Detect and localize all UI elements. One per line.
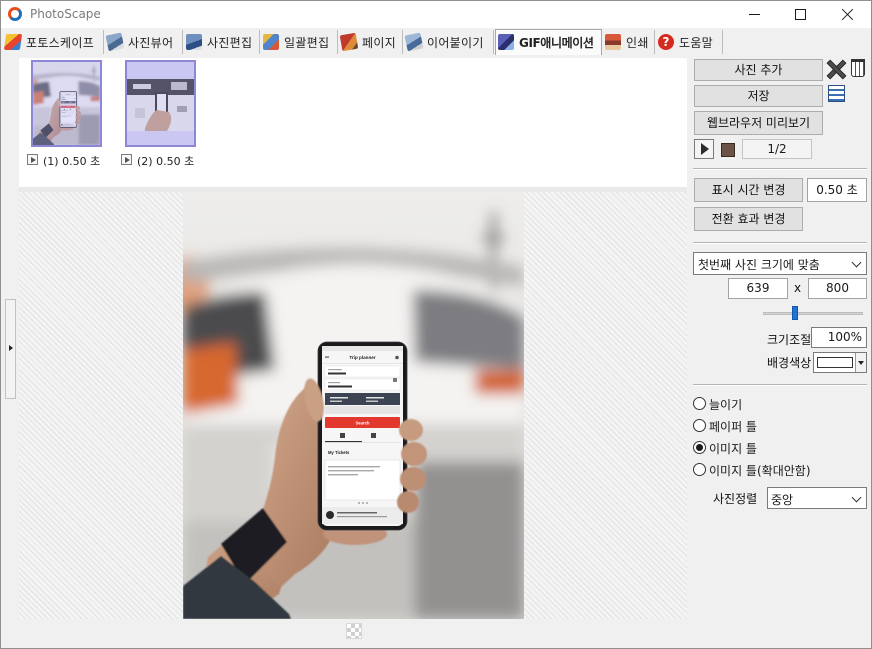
- scale-label: 크기조절: [767, 333, 812, 347]
- play-icon[interactable]: [694, 139, 714, 159]
- tab-label: 이어붙이기: [427, 36, 484, 50]
- frame-thumbnail-1[interactable]: [31, 60, 102, 147]
- change-display-time-button[interactable]: 표시 시간 변경: [694, 178, 803, 202]
- frame-thumbnail-image: [33, 62, 100, 145]
- animation-preview-area[interactable]: Trip planner Search My Tickets: [19, 192, 687, 619]
- frame-thumbnail-image: [127, 62, 194, 145]
- preview-photo: Trip planner Search My Tickets: [183, 192, 524, 619]
- change-transition-button[interactable]: 전환 효과 변경: [694, 207, 803, 231]
- batch-editor-icon: [263, 34, 279, 50]
- window-title: PhotoScape: [30, 7, 101, 21]
- combine-icon: [404, 32, 424, 52]
- tab-print[interactable]: 인쇄: [603, 30, 655, 54]
- tab-photoscape[interactable]: 포토스케이프: [3, 30, 104, 54]
- size-mode-value: 첫번째 사진 크기에 맞춤: [698, 258, 820, 272]
- phone-screen-title: Trip planner: [349, 355, 376, 360]
- trash-icon[interactable]: [851, 59, 865, 77]
- help-icon: [658, 34, 674, 50]
- side-panel-toggle[interactable]: [5, 299, 16, 399]
- tab-label: GIF애니메이션: [519, 36, 594, 50]
- chevron-down-icon: [851, 257, 862, 268]
- tab-label: 페이지: [362, 36, 397, 50]
- editor-icon: [186, 34, 202, 50]
- tab-label: 사진편집: [207, 36, 253, 50]
- photoscape-logo-icon: [8, 7, 22, 21]
- dropdown-arrow-icon[interactable]: [855, 353, 866, 372]
- bg-color-picker[interactable]: [813, 352, 867, 373]
- main-tab-bar: 포토스케이프 사진뷰어 사진편집 일괄편집 페이지 이어붙이기 GIF애니메이션: [1, 29, 871, 55]
- frame-duration-text: (1) 0.50 초: [43, 155, 101, 168]
- gif-animation-icon: [498, 34, 514, 50]
- tab-viewer[interactable]: 사진뷰어: [105, 30, 183, 54]
- frame-strip: (1) 0.50 초 (2) 0.50 초: [19, 58, 687, 187]
- delete-frame-icon[interactable]: [827, 60, 844, 77]
- fit-image-frame-noenlarge-label[interactable]: 이미지 틀(확대안함): [709, 462, 811, 479]
- minimize-icon: [749, 14, 760, 15]
- fit-stretch-label[interactable]: 늘이기: [709, 396, 742, 413]
- phone-section-title: My Tickets: [328, 450, 350, 455]
- panel-divider: [693, 242, 867, 244]
- print-icon: [605, 34, 621, 50]
- size-separator: x: [794, 281, 802, 295]
- bg-color-swatch-fill: [817, 357, 853, 368]
- align-label: 사진정렬: [713, 492, 758, 506]
- fit-image-frame-noenlarge-radio[interactable]: [693, 463, 706, 476]
- viewer-icon: [105, 32, 125, 52]
- frame-play-icon[interactable]: [27, 154, 38, 165]
- fit-paper-frame-label[interactable]: 페이퍼 틀: [709, 418, 757, 435]
- maximize-icon: [795, 9, 806, 20]
- tab-gif-animation[interactable]: GIF애니메이션: [495, 29, 602, 55]
- close-button[interactable]: [824, 1, 870, 28]
- tab-editor[interactable]: 사진편집: [184, 30, 260, 54]
- fit-image-frame-radio[interactable]: [693, 441, 706, 454]
- tab-label: 일괄편집: [284, 36, 330, 50]
- phone-search-label: Search: [356, 421, 370, 426]
- size-mode-select[interactable]: 첫번째 사진 크기에 맞춤: [693, 252, 867, 275]
- fit-paper-frame-radio[interactable]: [693, 419, 706, 432]
- align-value: 중앙: [771, 493, 794, 507]
- fit-image-frame-label[interactable]: 이미지 틀: [709, 440, 757, 457]
- add-photo-button[interactable]: 사진 추가: [694, 59, 823, 81]
- title-bar: PhotoScape: [1, 1, 871, 28]
- frame-duration-text: (2) 0.50 초: [137, 155, 195, 168]
- tab-label: 포토스케이프: [26, 36, 95, 50]
- tab-page[interactable]: 페이지: [339, 30, 403, 54]
- minimize-button[interactable]: [731, 1, 777, 28]
- canvas-height-field[interactable]: 800: [808, 278, 867, 299]
- scale-field[interactable]: 100%: [811, 327, 867, 348]
- tab-batch-editor[interactable]: 일괄편집: [261, 30, 338, 54]
- tab-label: 인쇄: [626, 36, 649, 50]
- close-icon: [841, 8, 854, 21]
- frame-play-icon[interactable]: [121, 154, 132, 165]
- tab-combine[interactable]: 이어붙이기: [404, 30, 494, 54]
- display-time-field[interactable]: 0.50 초: [807, 178, 867, 202]
- canvas-width-field[interactable]: 639: [728, 278, 788, 299]
- align-select[interactable]: 중앙: [767, 487, 867, 509]
- maximize-button[interactable]: [777, 1, 823, 28]
- scale-slider-track[interactable]: [763, 312, 863, 315]
- phone: Trip planner Search My Tickets: [317, 341, 408, 531]
- fit-stretch-radio[interactable]: [693, 397, 706, 410]
- browser-preview-button[interactable]: 웹브라우저 미리보기: [694, 111, 823, 135]
- save-button[interactable]: 저장: [694, 85, 823, 107]
- chevron-down-icon: [851, 492, 862, 503]
- bg-color-label: 배경색상: [767, 356, 812, 370]
- tab-label: 도움말: [679, 36, 714, 50]
- tab-label: 사진뷰어: [128, 36, 174, 50]
- frame-list-icon[interactable]: [828, 85, 845, 102]
- panel-divider: [693, 384, 867, 386]
- page-icon: [339, 32, 359, 52]
- stop-icon[interactable]: [717, 139, 737, 159]
- panel-divider: [693, 168, 867, 170]
- transparency-checker-icon[interactable]: [346, 623, 362, 639]
- tab-help[interactable]: 도움말: [656, 30, 723, 54]
- scale-slider-thumb[interactable]: [792, 306, 798, 320]
- frame-counter: 1/2: [742, 139, 812, 159]
- photoscape-home-icon: [3, 34, 23, 50]
- photoscape-window: PhotoScape 포토스케이프 사진뷰어 사진편집 일괄편집 페이지 이어붙…: [0, 0, 872, 649]
- frame-thumbnail-2[interactable]: [125, 60, 196, 147]
